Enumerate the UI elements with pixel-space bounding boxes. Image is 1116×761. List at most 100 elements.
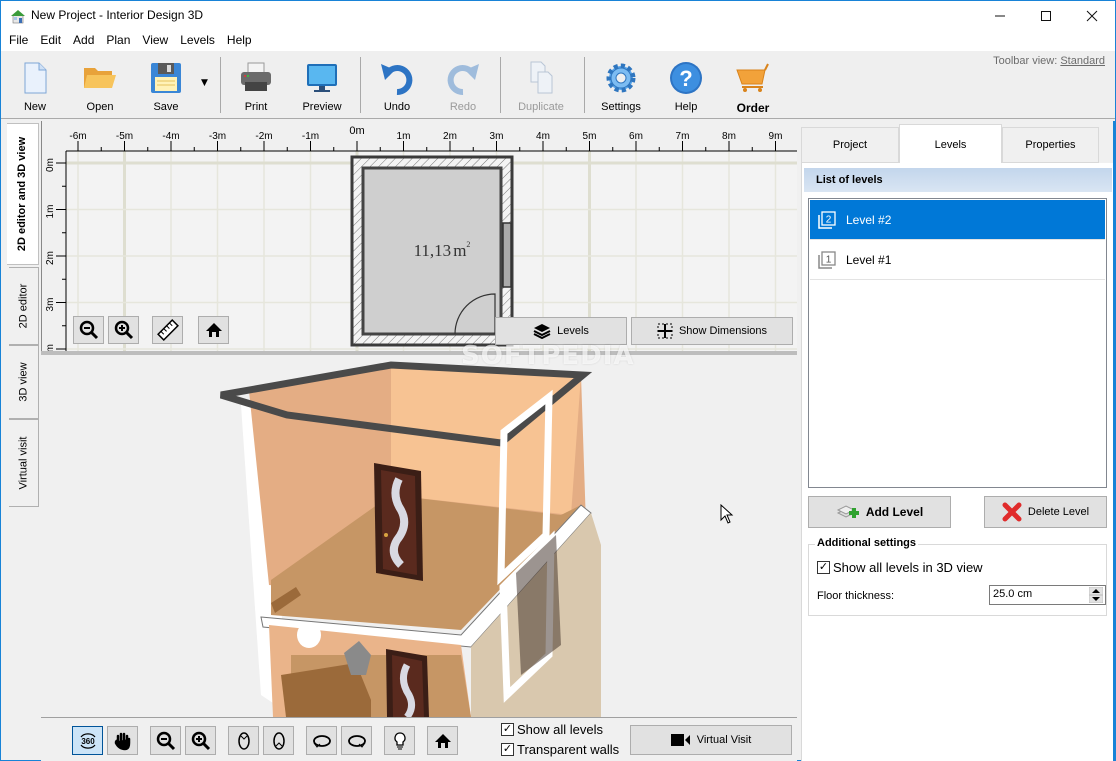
preview-button[interactable]: Preview <box>292 55 352 115</box>
menu-levels[interactable]: Levels <box>174 31 221 51</box>
svg-text:2: 2 <box>826 214 832 225</box>
menu-file[interactable]: File <box>3 31 34 51</box>
home-icon <box>434 733 451 748</box>
toolbar-view-selector: Toolbar view: Standard <box>993 55 1105 67</box>
levels-button-label: Levels <box>557 325 589 337</box>
ruler-x-label: 8m <box>722 131 736 142</box>
rotate-360-button[interactable]: 360 <box>72 726 103 755</box>
levels-panel: List of levels 2 Level #2 1 Level #1 Add… <box>801 163 1113 761</box>
order-button[interactable]: Order <box>723 55 783 115</box>
close-button[interactable] <box>1069 1 1115 31</box>
tab-2d-editor[interactable]: 2D editor <box>9 267 39 345</box>
menu-plan[interactable]: Plan <box>100 31 136 51</box>
order-label: Order <box>736 101 770 115</box>
tab-project[interactable]: Project <box>801 127 899 163</box>
video-camera-icon <box>670 734 690 746</box>
menu-edit[interactable]: Edit <box>34 31 67 51</box>
home-3d-button[interactable] <box>427 726 458 755</box>
tab-3d-view[interactable]: 3D view <box>9 345 39 419</box>
zoom-out-icon <box>79 320 98 340</box>
checkbox-checked-icon: ✓ <box>501 723 514 736</box>
new-button[interactable]: New <box>5 55 65 115</box>
title-bar: New Project - Interior Design 3D <box>1 1 1115 31</box>
toolbar-separator <box>584 57 585 113</box>
zoom-out-3d-button[interactable] <box>150 726 181 755</box>
redo-arrow-icon <box>447 64 479 96</box>
show-dimensions-button[interactable]: Show Dimensions <box>631 317 793 345</box>
tab-levels[interactable]: Levels <box>899 124 1002 164</box>
show-all-levels-checkbox[interactable]: ✓ Show all levels <box>501 722 603 737</box>
window-title: New Project - Interior Design 3D <box>31 8 204 22</box>
maximize-button[interactable] <box>1023 1 1069 31</box>
save-dropdown-arrow[interactable]: ▼ <box>201 78 208 88</box>
measure-button[interactable] <box>152 316 183 344</box>
rotate-vertical-right-button[interactable] <box>263 726 294 755</box>
level-item[interactable]: 2 Level #2 <box>810 200 1105 240</box>
room-area-label: 11,13 m2 <box>414 240 471 260</box>
level-item[interactable]: 1 Level #1 <box>810 240 1105 280</box>
show-all-levels-3d-label: Show all levels in 3D view <box>833 560 983 575</box>
levels-list[interactable]: 2 Level #2 1 Level #1 <box>808 198 1107 488</box>
orbit-left-button[interactable] <box>306 726 337 755</box>
tab-label: Properties <box>1025 139 1076 151</box>
show-all-levels-3d-checkbox[interactable]: ✓ Show all levels in 3D view <box>817 560 983 575</box>
floor-thickness-input[interactable]: 25.0 cm <box>989 585 1106 605</box>
horizontal-ruler: -6m -5m -4m -3m -2m -1m 0m 1m 2m 3m 4m 5m 6m 7m 8m 9m <box>66 125 797 152</box>
undo-label: Undo <box>383 101 411 113</box>
preview-label: Preview <box>302 101 342 113</box>
spinner-arrows-icon[interactable] <box>1089 587 1103 603</box>
right-edge-border <box>1113 121 1115 761</box>
save-button[interactable]: Save <box>136 55 196 115</box>
toolbar-separator <box>220 57 221 113</box>
delete-level-button[interactable]: Delete Level <box>984 496 1107 528</box>
redo-button[interactable]: Redo <box>433 55 493 115</box>
door-handle <box>384 533 388 537</box>
add-level-label: Add Level <box>865 505 924 519</box>
ruler-y-label: 1m <box>45 205 56 219</box>
virtual-visit-button[interactable]: Virtual Visit <box>630 725 792 755</box>
duplicate-button[interactable]: Duplicate <box>511 55 571 115</box>
ruler-x-label: 6m <box>629 131 643 142</box>
floor-thickness-value: 25.0 cm <box>993 588 1033 600</box>
home-icon <box>205 323 222 337</box>
undo-button[interactable]: Undo <box>367 55 427 115</box>
window-in-wall <box>502 222 512 288</box>
zoom-out-icon <box>156 731 175 750</box>
plan-zoom-in-button[interactable] <box>108 316 139 344</box>
tab-properties[interactable]: Properties <box>1002 127 1099 163</box>
transparent-walls-checkbox[interactable]: ✓ Transparent walls <box>501 742 619 757</box>
zoom-in-icon <box>191 731 210 750</box>
toolbar-view-label: Toolbar view: <box>993 55 1058 67</box>
help-button[interactable]: ? Help <box>656 55 716 115</box>
right-panel: Project Levels Properties List of levels… <box>801 121 1115 761</box>
menu-add[interactable]: Add <box>67 31 100 51</box>
plan-home-button[interactable] <box>198 316 229 344</box>
delete-level-label: Delete Level <box>1027 506 1090 518</box>
add-level-button[interactable]: Add Level <box>808 496 951 528</box>
orbit-right-button[interactable] <box>341 726 372 755</box>
softpedia-watermark: SOFTPEDIA <box>461 341 635 371</box>
open-button[interactable]: Open <box>70 55 130 115</box>
tab-2d-editor-and-3d-view[interactable]: 2D editor and 3D view <box>7 123 39 265</box>
plan-zoom-out-button[interactable] <box>73 316 104 344</box>
rotate-vertical-left-button[interactable] <box>228 726 259 755</box>
settings-button[interactable]: Settings <box>591 55 651 115</box>
show-all-levels-label: Show all levels <box>517 722 603 737</box>
print-button[interactable]: Print <box>226 55 286 115</box>
ruler-y-label: 2m <box>45 251 56 265</box>
menu-help[interactable]: Help <box>221 31 258 51</box>
rotate-360-icon: 360 <box>80 732 95 749</box>
pan-button[interactable] <box>107 726 138 755</box>
view-3d[interactable] <box>41 355 797 717</box>
menu-view[interactable]: View <box>136 31 174 51</box>
dimensions-grid-icon <box>657 323 673 339</box>
maximize-icon <box>1041 11 1051 21</box>
tab-virtual-visit[interactable]: Virtual visit <box>9 419 39 507</box>
plan-editor-2d[interactable]: -6m -5m -4m -3m -2m -1m 0m 1m 2m 3m 4m 5m 6m 7m 8m 9m 0… <box>41 121 797 351</box>
checkbox-checked-icon: ✓ <box>501 743 514 756</box>
redo-label: Redo <box>449 101 477 113</box>
toolbar-view-link[interactable]: Standard <box>1060 55 1105 67</box>
zoom-in-3d-button[interactable] <box>185 726 216 755</box>
light-button[interactable] <box>384 726 415 755</box>
minimize-button[interactable] <box>977 1 1023 31</box>
